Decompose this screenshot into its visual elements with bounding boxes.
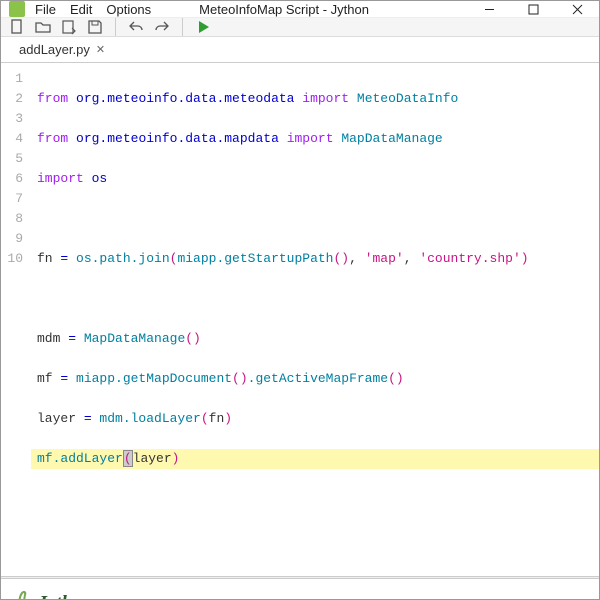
code-line: [37, 209, 593, 229]
separator: [115, 18, 116, 36]
save-icon[interactable]: [87, 19, 103, 35]
code-line: mf = miapp.getMapDocument().getActiveMap…: [37, 369, 593, 389]
jython-icon: [13, 589, 31, 599]
code-editor[interactable]: 1 2 3 4 5 6 7 8 9 10 from org.meteoinfo.…: [1, 63, 599, 515]
run-icon[interactable]: [195, 19, 211, 35]
jython-label: Jython: [37, 593, 94, 599]
maximize-button[interactable]: [511, 1, 555, 17]
code-line: layer = mdm.loadLayer(fn): [37, 409, 593, 429]
close-icon[interactable]: ✕: [96, 43, 105, 56]
window-title: MeteoInfoMap Script - Jython: [101, 2, 467, 17]
code-area[interactable]: from org.meteoinfo.data.meteodata import…: [31, 63, 599, 515]
jython-logo-area: Jython: [13, 589, 587, 599]
app-icon: [9, 1, 25, 17]
code-line: mdm = MapDataManage(): [37, 329, 593, 349]
menu-edit[interactable]: Edit: [70, 2, 92, 17]
toolbar: [1, 18, 599, 37]
undo-icon[interactable]: [128, 19, 144, 35]
save-as-icon[interactable]: [61, 19, 77, 35]
tab-label: addLayer.py: [19, 42, 90, 57]
code-line: from org.meteoinfo.data.meteodata import…: [37, 89, 593, 109]
editor-empty-area[interactable]: [1, 515, 599, 576]
titlebar: File Edit Options MeteoInfoMap Script - …: [1, 1, 599, 18]
open-folder-icon[interactable]: [35, 19, 51, 35]
separator: [182, 18, 183, 36]
new-file-icon[interactable]: [9, 19, 25, 35]
close-button[interactable]: [555, 1, 599, 17]
code-line: from org.meteoinfo.data.mapdata import M…: [37, 129, 593, 149]
code-line: [37, 289, 593, 309]
code-line: mf.addLayer(layer): [31, 449, 599, 469]
menu-file[interactable]: File: [35, 2, 56, 17]
window-controls: [467, 1, 599, 17]
minimize-button[interactable]: [467, 1, 511, 17]
console-panel[interactable]: Jython Jython 2.7.2 (v2.7.2:925a3cc3b49d…: [1, 579, 599, 599]
tab-addlayer[interactable]: addLayer.py ✕: [9, 37, 115, 62]
line-gutter: 1 2 3 4 5 6 7 8 9 10: [1, 63, 31, 515]
code-line: fn = os.path.join(miapp.getStartupPath()…: [37, 249, 593, 269]
redo-icon[interactable]: [154, 19, 170, 35]
code-line: import os: [37, 169, 593, 189]
tab-bar: addLayer.py ✕: [1, 37, 599, 63]
